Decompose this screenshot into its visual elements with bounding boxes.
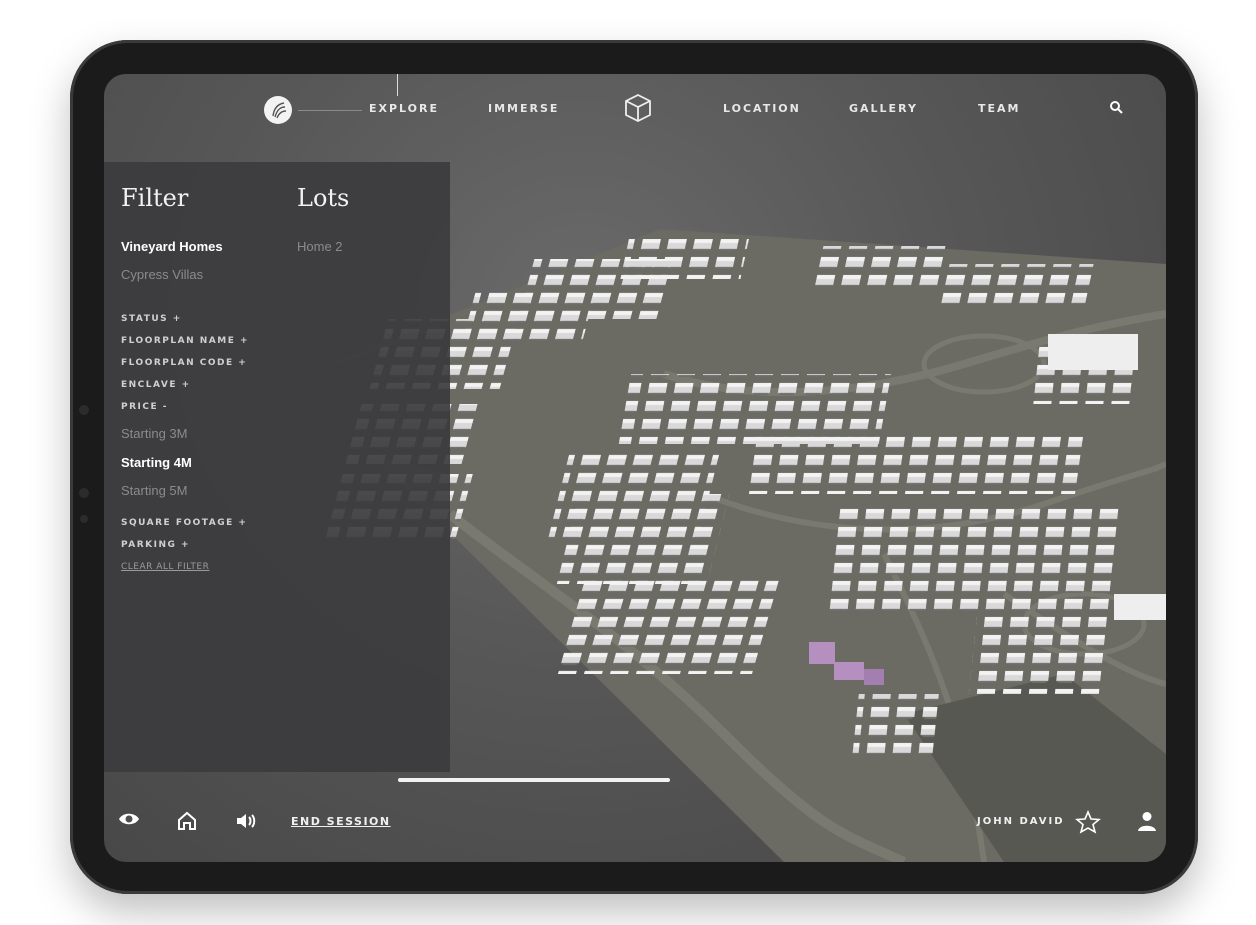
amenity-building[interactable] <box>1114 594 1166 620</box>
filter-heading: Filter <box>121 184 189 212</box>
facet-floorplan-code[interactable]: FLOORPLAN CODE + <box>121 358 247 368</box>
facet-parking[interactable]: PARKING + <box>121 540 190 550</box>
device-camera <box>79 405 89 415</box>
home-indicator[interactable] <box>398 778 670 782</box>
facet-floorplan-name[interactable]: FLOORPLAN NAME + <box>121 336 249 346</box>
facet-square-footage[interactable]: SQUARE FOOTAGE + <box>121 518 247 528</box>
device-sensor <box>79 488 89 498</box>
nav-gallery[interactable]: GALLERY <box>849 102 918 115</box>
active-nav-indicator <box>397 74 398 96</box>
star-icon[interactable] <box>1074 809 1102 838</box>
collection-cypress-villas[interactable]: Cypress Villas <box>121 267 203 282</box>
nav-divider <box>298 110 362 111</box>
lots-heading: Lots <box>297 184 350 212</box>
facet-enclave[interactable]: ENCLAVE + <box>121 380 191 390</box>
user-name: JOHN DAVID <box>977 816 1065 827</box>
filter-panel: Filter Lots Vineyard Homes Cypress Villa… <box>104 162 450 772</box>
cube-icon[interactable] <box>623 92 653 128</box>
nav-team[interactable]: TEAM <box>978 102 1020 115</box>
bottom-bar: END SESSION JOHN DAVID <box>104 792 1166 862</box>
clubhouse-building[interactable] <box>1048 334 1138 370</box>
end-session-button[interactable]: END SESSION <box>291 815 391 828</box>
price-option-selected[interactable]: Starting 4M <box>121 455 192 470</box>
facet-status[interactable]: STATUS + <box>121 314 182 324</box>
nav-explore[interactable]: EXPLORE <box>369 102 439 115</box>
lot-item[interactable]: Home 2 <box>297 239 343 254</box>
price-option[interactable]: Starting 3M <box>121 426 187 441</box>
clear-all-filter-link[interactable]: CLEAR ALL FILTER <box>121 562 209 572</box>
nav-immerse[interactable]: IMMERSE <box>488 102 559 115</box>
collection-vineyard-homes[interactable]: Vineyard Homes <box>121 239 223 254</box>
home-icon[interactable] <box>176 810 198 836</box>
nav-location[interactable]: LOCATION <box>723 102 801 115</box>
facet-price[interactable]: PRICE - <box>121 402 168 412</box>
leaf-logo-icon[interactable] <box>264 96 292 124</box>
user-icon[interactable] <box>1136 810 1158 836</box>
top-nav: EXPLORE IMMERSE LOCATION GALLERY TEAM <box>104 74 1166 144</box>
eye-icon[interactable] <box>117 810 141 832</box>
search-icon[interactable] <box>1109 99 1123 118</box>
device-sensor-small <box>80 515 88 523</box>
app-screen: EXPLORE IMMERSE LOCATION GALLERY TEAM Fi… <box>104 74 1166 862</box>
price-option[interactable]: Starting 5M <box>121 483 187 498</box>
volume-icon[interactable] <box>234 810 258 836</box>
